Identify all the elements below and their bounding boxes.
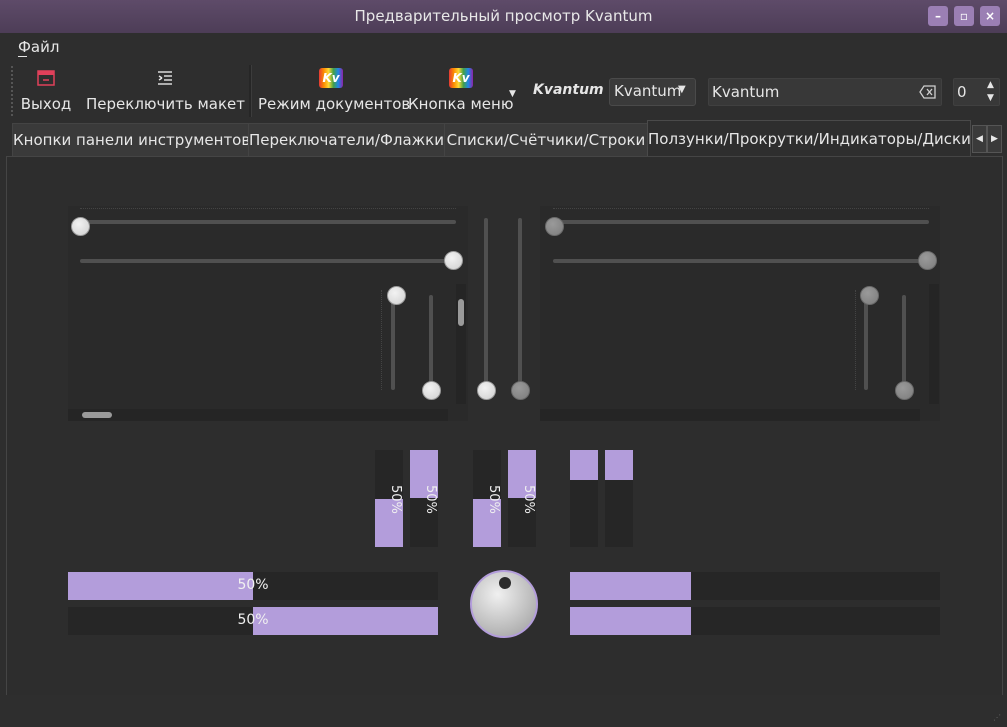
exit-label: Выход — [20, 95, 72, 113]
style-combobox[interactable]: Kvantum ▼ — [609, 78, 696, 106]
style-label: Kvantum — [533, 82, 604, 98]
slider-handle-horizontal-right-top[interactable] — [545, 217, 564, 236]
combobox-value: Kvantum — [614, 82, 682, 100]
menu-button-label: Кнопка меню — [408, 95, 514, 113]
tab-scroll-right-button[interactable]: ▶ — [987, 125, 1002, 153]
progress-fill — [570, 607, 691, 635]
spin-value: 0 — [957, 83, 967, 101]
scrollbar-thumb[interactable] — [82, 412, 112, 418]
slider-track — [553, 259, 929, 263]
tick-marks — [381, 290, 384, 390]
tab-toolbar-buttons[interactable]: Кнопки панели инструментов — [12, 123, 250, 156]
clear-text-icon[interactable] — [919, 85, 937, 99]
maximize-icon: ▫ — [959, 9, 969, 23]
status-bar — [0, 695, 1007, 727]
mnemonic-underline — [18, 56, 27, 57]
exit-icon — [37, 70, 55, 86]
toolbar-separator — [249, 65, 252, 117]
menu-button[interactable]: Kv Кнопка меню ▼ — [408, 64, 520, 118]
dial-notch — [499, 577, 511, 589]
slider-track — [902, 295, 906, 390]
maximize-button[interactable]: ▫ — [954, 6, 974, 26]
progress-fill — [605, 450, 633, 480]
slider-track — [484, 218, 488, 390]
tick-marks — [80, 208, 456, 215]
minimize-button[interactable]: – — [928, 6, 948, 26]
progress-bar-vertical: 50% — [508, 450, 536, 547]
tab-lists-spinners[interactable]: Списки/Счётчики/Строки — [444, 123, 648, 156]
menu-arrow-icon: ▼ — [509, 89, 516, 99]
kvantum-logo-icon: Kv — [449, 68, 473, 88]
progress-bar-vertical: 50% — [410, 450, 438, 547]
chevron-left-icon: ◀ — [976, 134, 983, 144]
tab-radio-checkbox[interactable]: Переключатели/Флажки — [248, 123, 445, 156]
slider-handle-vertical[interactable] — [422, 381, 441, 400]
progress-text: 50% — [237, 577, 269, 593]
slider-track — [80, 259, 456, 263]
chevron-right-icon: ▶ — [991, 134, 998, 144]
scrollbar-thumb[interactable] — [458, 299, 464, 326]
slider-track — [429, 295, 433, 390]
progress-bar-horizontal-busy — [570, 572, 940, 600]
slider-track — [864, 295, 868, 390]
switch-layout-button[interactable]: Переключить макет — [86, 64, 246, 118]
slider-handle-vertical[interactable] — [387, 286, 406, 305]
dial[interactable] — [470, 570, 538, 638]
switch-layout-icon — [158, 71, 172, 85]
close-button[interactable]: × — [980, 6, 1000, 26]
window-title: Предварительный просмотр Kvantum — [354, 7, 653, 25]
progress-bar-vertical: 50% — [473, 450, 501, 547]
progress-text: 50% — [388, 485, 403, 514]
progress-fill — [570, 450, 598, 480]
progress-bar-vertical-busy — [605, 450, 633, 547]
close-icon: × — [984, 9, 996, 23]
slider-handle-horizontal-left-top[interactable] — [71, 217, 90, 236]
menu-bar — [0, 33, 1007, 61]
tick-marks — [855, 290, 858, 390]
tick-marks — [553, 208, 929, 215]
spin-up-icon[interactable]: ▲ — [987, 80, 994, 90]
progress-bar-horizontal-busy — [570, 607, 940, 635]
progress-text: 50% — [237, 612, 269, 628]
progress-bar-vertical: 50% — [375, 450, 403, 547]
progress-bar-horizontal: 50% — [68, 607, 438, 635]
slider-handle-vertical-center-disabled[interactable] — [511, 381, 530, 400]
progress-text: 50% — [521, 485, 536, 514]
slider-track — [391, 295, 395, 390]
slider-handle-vertical[interactable] — [895, 381, 914, 400]
spin-box[interactable]: 0 ▲ ▼ — [953, 78, 1000, 106]
progress-bar-vertical-busy — [570, 450, 598, 547]
minimize-icon: – — [935, 9, 941, 23]
slider-handle-vertical[interactable] — [860, 286, 879, 305]
spin-down-icon[interactable]: ▼ — [987, 93, 994, 103]
slider-handle-horizontal-right-bottom[interactable] — [918, 251, 937, 270]
document-mode-label: Режим документов — [258, 95, 411, 113]
left-slider-area — [68, 206, 468, 421]
right-slider-area — [540, 206, 940, 421]
exit-button[interactable]: Выход — [16, 64, 76, 118]
slider-handle-vertical-center[interactable] — [477, 381, 496, 400]
horizontal-scrollbar[interactable] — [68, 409, 448, 421]
progress-text: 50% — [423, 485, 438, 514]
progress-text: 50% — [486, 485, 501, 514]
chevron-down-icon: ▼ — [678, 84, 686, 95]
horizontal-scrollbar[interactable] — [540, 409, 920, 421]
kvantum-logo-icon: Kv — [319, 68, 343, 88]
document-mode-button[interactable]: Kv Режим документов — [258, 64, 411, 118]
tab-sliders-scrollbars[interactable]: Ползунки/Прокрутки/Индикаторы/Диски — [647, 120, 971, 157]
switch-layout-label: Переключить макет — [86, 95, 246, 113]
size-grip-icon[interactable]: ⋰ — [993, 713, 1003, 723]
progress-bar-horizontal: 50% — [68, 572, 438, 600]
menu-file[interactable]: Файл — [18, 38, 59, 56]
line-edit-text: Kvantum — [712, 83, 780, 101]
slider-track — [80, 220, 456, 224]
progress-fill — [570, 572, 691, 600]
line-edit[interactable]: Kvantum — [708, 78, 942, 106]
slider-track — [553, 220, 929, 224]
tab-scroll-left-button[interactable]: ◀ — [972, 125, 987, 153]
vertical-scrollbar[interactable] — [929, 284, 939, 404]
slider-handle-horizontal-left-bottom[interactable] — [444, 251, 463, 270]
slider-track — [518, 218, 522, 390]
